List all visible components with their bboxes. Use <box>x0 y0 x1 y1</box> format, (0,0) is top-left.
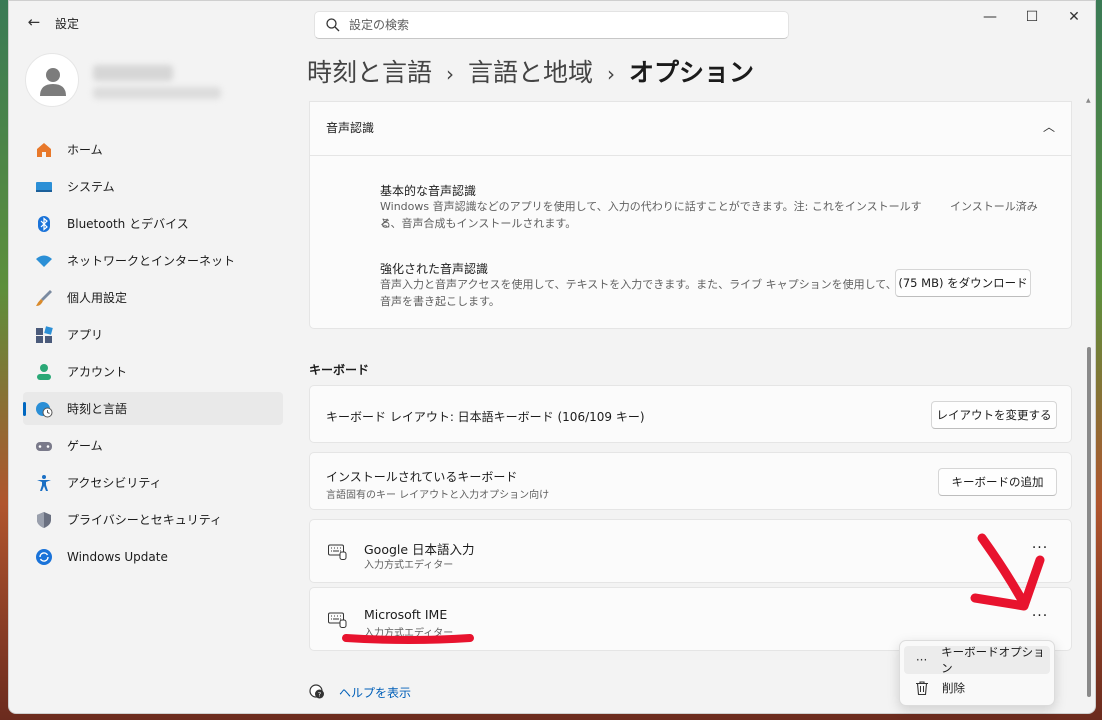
basic-speech-title: 基本的な音声認識 <box>380 184 477 198</box>
ime-row-google: Google 日本語入力 入力方式エディター ··· <box>309 519 1072 583</box>
sidebar-nav: ホーム システム Bluetooth とデバイス ネットワークとインターネット … <box>23 133 283 577</box>
enhanced-speech-title: 強化された音声認識 <box>380 262 489 276</box>
gamepad-icon <box>36 441 52 451</box>
update-icon <box>36 548 52 565</box>
page-title: オプション <box>629 58 755 87</box>
svg-text:?: ? <box>318 691 321 699</box>
accessibility-icon <box>37 474 51 491</box>
bluetooth-icon <box>38 215 50 232</box>
enhanced-speech-desc-line2: 音声を書き起こします。 <box>380 295 500 308</box>
sidebar-item-label: アクセシビリティ <box>67 476 162 490</box>
keyboard-icon <box>328 544 347 560</box>
sidebar-item-accessibility[interactable]: アクセシビリティ <box>23 466 283 499</box>
trash-icon <box>916 681 928 696</box>
scroll-up-icon[interactable]: ▲ <box>1086 97 1091 104</box>
remove-menu-item[interactable]: 削除 <box>904 674 1050 702</box>
breadcrumb-separator: › <box>446 62 455 86</box>
apps-icon <box>36 325 53 343</box>
context-menu: ··· キーボードオプション 削除 <box>899 640 1055 706</box>
home-icon <box>37 142 51 157</box>
more-options-button[interactable]: ··· <box>1026 608 1054 630</box>
sidebar-item-privacy[interactable]: プライバシーとセキュリティ <box>23 503 283 536</box>
search-input[interactable] <box>349 15 769 35</box>
change-layout-button[interactable]: レイアウトを変更する <box>931 401 1057 429</box>
title-bar: ← 設定 — ☐ ✕ <box>9 1 1095 45</box>
sidebar-item-label: システム <box>67 180 115 194</box>
account-icon <box>37 363 51 380</box>
keyboard-layout-label: キーボード レイアウト: 日本語キーボード (106/109 キー) <box>326 410 645 424</box>
breadcrumb-time-language[interactable]: 時刻と言語 <box>307 58 432 87</box>
sidebar-item-windows-update[interactable]: Windows Update <box>23 540 283 573</box>
sidebar-item-gaming[interactable]: ゲーム <box>23 429 283 462</box>
user-profile[interactable] <box>25 53 285 117</box>
sidebar-item-network[interactable]: ネットワークとインターネット <box>23 244 283 277</box>
installed-keyboards-subtitle: 言語固有のキー レイアウトと入力オプション向け <box>326 490 550 501</box>
speech-recognition-header[interactable]: 音声認識 ︿ <box>310 102 1071 156</box>
menu-item-label: キーボードオプション <box>941 645 1045 675</box>
enhanced-speech-desc-line1: 音声入力と音声アクセスを使用して、テキストを入力できます。また、ライブ キャプシ… <box>380 278 897 291</box>
sidebar-item-label: 個人用設定 <box>67 291 128 305</box>
chevron-up-icon[interactable]: ︿ <box>1043 118 1055 135</box>
sidebar-item-personalization[interactable]: 個人用設定 <box>23 281 283 314</box>
close-button[interactable]: ✕ <box>1053 5 1095 29</box>
more-dots-icon: ··· <box>915 653 928 667</box>
add-keyboard-button[interactable]: キーボードの追加 <box>938 468 1057 496</box>
sidebar-item-home[interactable]: ホーム <box>23 133 283 166</box>
ime-type: 入力方式エディター <box>364 560 454 571</box>
keyboard-options-menu-item[interactable]: ··· キーボードオプション <box>904 645 1050 675</box>
back-arrow-icon[interactable]: ← <box>23 11 45 33</box>
search-icon <box>326 18 340 32</box>
speech-recognition-title: 音声認識 <box>326 121 375 135</box>
sidebar-item-label: Bluetooth とデバイス <box>67 217 189 231</box>
sidebar-item-system[interactable]: システム <box>23 170 283 203</box>
installed-keyboards-row: インストールされているキーボード 言語固有のキー レイアウトと入力オプション向け… <box>309 452 1072 510</box>
sidebar-item-label: ネットワークとインターネット <box>67 254 236 268</box>
more-options-button[interactable]: ··· <box>1026 540 1054 562</box>
breadcrumb-separator: › <box>607 62 616 86</box>
breadcrumb-language-region[interactable]: 言語と地域 <box>468 58 593 87</box>
sidebar-item-apps[interactable]: アプリ <box>23 318 283 351</box>
settings-window: ← 設定 — ☐ ✕ ホーム システム <box>8 0 1096 714</box>
sidebar-item-label: アプリ <box>67 328 104 342</box>
search-box[interactable] <box>314 11 789 39</box>
sidebar-item-label: ホーム <box>67 143 103 157</box>
help-link[interactable]: ヘルプを表示 <box>339 684 411 701</box>
speech-recognition-card: 音声認識 ︿ 基本的な音声認識 Windows 音声認識などのアプリを使用して、… <box>309 101 1072 329</box>
user-icon <box>40 68 66 96</box>
breadcrumb: 時刻と言語 › 言語と地域 › オプション <box>307 53 754 89</box>
menu-item-label: 削除 <box>942 681 965 695</box>
shield-icon <box>37 511 51 528</box>
scrollbar[interactable]: ▲ <box>1086 97 1092 703</box>
system-icon <box>36 181 52 192</box>
ime-type: 入力方式エディター <box>364 628 454 639</box>
scroll-thumb[interactable] <box>1087 347 1091 697</box>
avatar <box>25 53 79 107</box>
app-title: 設定 <box>55 17 80 31</box>
profile-name-redacted <box>93 65 173 81</box>
minimize-button[interactable]: — <box>969 5 1011 29</box>
sidebar-item-time-language[interactable]: 時刻と言語 <box>23 392 283 425</box>
sidebar-item-label: アカウント <box>67 365 128 379</box>
installed-status: インストール済み <box>950 200 1038 213</box>
sidebar-item-label: プライバシーとセキュリティ <box>67 513 223 527</box>
sidebar-item-label: Windows Update <box>67 549 168 564</box>
ime-name: Microsoft IME <box>364 607 448 622</box>
installed-keyboards-title: インストールされているキーボード <box>326 470 518 484</box>
profile-email-redacted <box>93 87 221 99</box>
sidebar-item-accounts[interactable]: アカウント <box>23 355 283 388</box>
sidebar-item-bluetooth[interactable]: Bluetooth とデバイス <box>23 207 283 240</box>
keyboard-icon <box>328 612 347 628</box>
download-button[interactable]: (75 MB) をダウンロード <box>895 269 1031 297</box>
basic-speech-desc-line2: と、音声合成もインストールされます。 <box>380 217 577 230</box>
sidebar-item-label: 時刻と言語 <box>67 402 128 416</box>
keyboard-layout-row: キーボード レイアウト: 日本語キーボード (106/109 キー) レイアウト… <box>309 385 1072 443</box>
wifi-icon <box>36 255 52 267</box>
help-chat-icon: ? <box>309 684 324 699</box>
globe-clock-icon <box>36 401 53 417</box>
brush-icon <box>36 289 52 306</box>
maximize-button[interactable]: ☐ <box>1011 5 1053 29</box>
sidebar-item-label: ゲーム <box>67 439 103 453</box>
keyboard-section-label: キーボード <box>309 363 370 377</box>
